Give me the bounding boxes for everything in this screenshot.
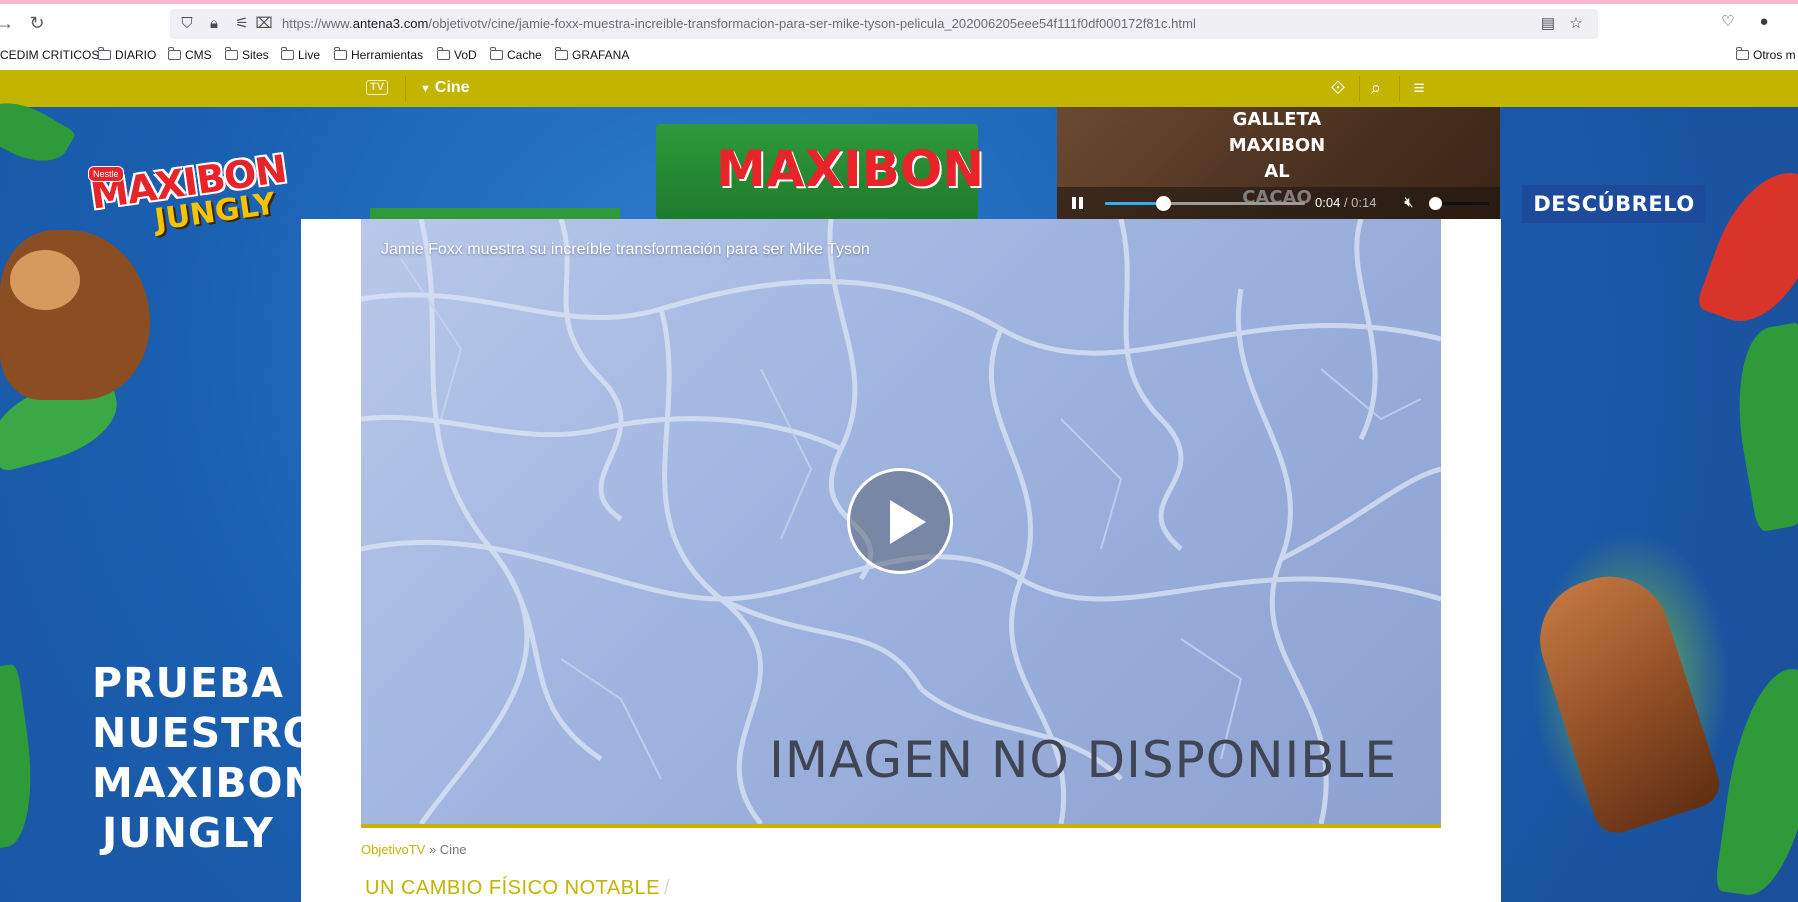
bookmark-folder[interactable]: Live: [281, 47, 320, 62]
folder-icon: [334, 47, 347, 60]
breadcrumb: ObjetivoTV » Cine: [361, 842, 467, 857]
ad-video-seek-handle[interactable]: [1156, 196, 1171, 211]
pocket-icon[interactable]: ♡: [1718, 12, 1738, 32]
bookmark-star-icon[interactable]: ☆: [1566, 14, 1586, 34]
muted-speaker-icon[interactable]: 🔇︎: [1399, 193, 1419, 213]
tracking-shield-icon[interactable]: ⛉: [177, 14, 197, 34]
bookmarks-bar: CEDIM CRITICOS DIARIO CMS Sites Live Her…: [0, 42, 1798, 71]
search-icon[interactable]: ⌕: [1364, 77, 1388, 101]
bookmark-folder[interactable]: DIARIO: [98, 47, 156, 62]
folder-icon: [490, 47, 503, 60]
browser-toolbar: → ↻ ⛉ 🔒︎ ⚟ ⌧ https://www.antena3.com/obj…: [0, 4, 1798, 42]
objetivotv-logo[interactable]: TV: [366, 80, 389, 95]
address-bar[interactable]: ⛉ 🔒︎ ⚟ ⌧ https://www.antena3.com/objetiv…: [170, 9, 1598, 39]
folder-icon: [1736, 47, 1749, 60]
bookmark-folder[interactable]: Sites: [225, 47, 269, 62]
site-nav-bar: TV ▼ Cine ⟐ ⌕ ≡: [0, 70, 1798, 107]
account-avatar-icon[interactable]: ●: [1754, 12, 1774, 32]
breadcrumb-separator: »: [428, 842, 437, 857]
folder-icon: [98, 47, 111, 60]
section-menu-cine[interactable]: ▼ Cine: [420, 79, 470, 97]
play-button[interactable]: [847, 468, 953, 574]
bookmark-folder[interactable]: VoD: [437, 47, 477, 62]
article-content: Jamie Foxx muestra su increíble transfor…: [301, 219, 1501, 902]
ad-video-progress-fill: [1105, 202, 1163, 205]
forward-icon[interactable]: →: [0, 12, 16, 34]
ad-video-controls: 0:04 / 0:14 🔇︎: [1057, 187, 1500, 219]
video-title: Jamie Foxx muestra su increíble transfor…: [381, 241, 870, 258]
descubrelo-button[interactable]: DESCÚBRELO: [1522, 185, 1706, 223]
nav-divider: [1399, 76, 1400, 102]
caret-down-icon: ▼: [420, 83, 431, 95]
bookmark-item[interactable]: CEDIM CRITICOS: [0, 48, 99, 62]
reader-view-icon[interactable]: ▤: [1538, 14, 1558, 34]
nav-divider: [405, 76, 406, 102]
url-text[interactable]: https://www.antena3.com/objetivotv/cine/…: [282, 16, 1196, 31]
ad-video-progress[interactable]: [1105, 196, 1305, 211]
bookmark-folder[interactable]: CMS: [168, 47, 212, 62]
maxibon-product-box: MAXIBON: [656, 124, 984, 220]
diamond-arrow-icon[interactable]: ⟐: [1326, 77, 1350, 101]
leaf-decoration: [1695, 156, 1798, 338]
folder-icon: [437, 47, 450, 60]
article-subheading: UN CAMBIO FÍSICO NOTABLE /: [365, 877, 671, 899]
hamburger-menu-icon[interactable]: ≡: [1407, 77, 1431, 101]
nav-divider: [1359, 76, 1360, 102]
other-bookmarks-folder[interactable]: Otros m: [1736, 47, 1796, 62]
screen-share-icon[interactable]: ⌧: [254, 14, 274, 34]
reload-icon[interactable]: ↻: [26, 12, 48, 34]
ad-slogan: PRUEBA NUESTRO MAXIBON JUNGLY: [92, 659, 319, 857]
breadcrumb-objetivotv-link[interactable]: ObjetivoTV: [361, 842, 425, 857]
leaf-decoration: [1723, 321, 1798, 533]
folder-icon: [281, 47, 294, 60]
volume-handle[interactable]: [1429, 197, 1442, 210]
image-unavailable-text: IMAGEN NO DISPONIBLE: [769, 731, 1397, 789]
ad-video-player[interactable]: GALLETA MAXIBON AL CACAO 0:04 / 0:14 🔇︎: [1057, 107, 1500, 219]
permissions-icon[interactable]: ⚟: [232, 14, 252, 34]
folder-icon: [555, 47, 568, 60]
bookmark-folder[interactable]: Cache: [490, 47, 542, 62]
bookmark-folder[interactable]: Herramientas: [334, 47, 423, 62]
pause-icon[interactable]: [1069, 194, 1087, 212]
leaf-decoration: [0, 663, 43, 851]
volume-slider[interactable]: [1429, 197, 1489, 210]
ad-video-time: 0:04 / 0:14: [1315, 195, 1377, 210]
bookmark-folder[interactable]: GRAFANA: [555, 47, 629, 62]
folder-icon: [168, 47, 181, 60]
folder-icon: [225, 47, 238, 60]
monkey-face: [10, 250, 80, 310]
breadcrumb-current[interactable]: Cine: [440, 842, 467, 857]
lock-icon[interactable]: 🔒︎: [204, 14, 224, 34]
nestle-logo: Nestle: [88, 166, 124, 182]
video-player[interactable]: Jamie Foxx muestra su increíble transfor…: [361, 219, 1441, 828]
